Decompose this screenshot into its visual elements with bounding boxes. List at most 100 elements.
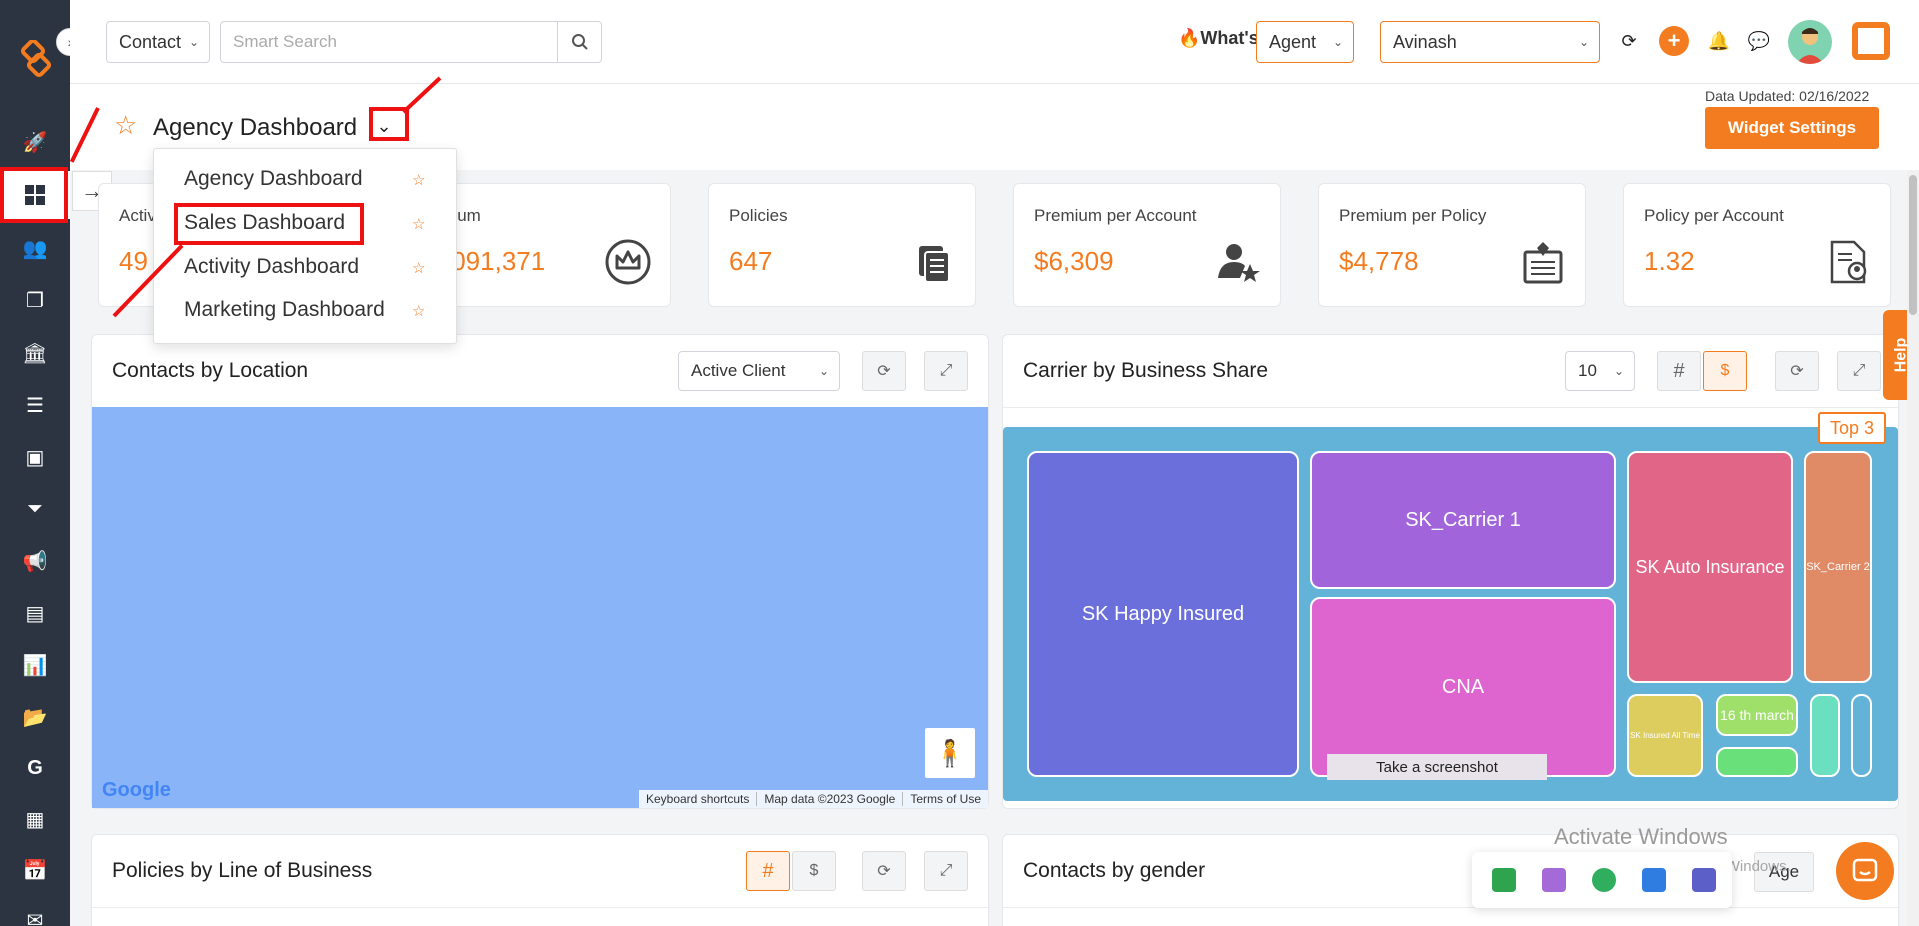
refresh-icon[interactable]: ⟳ bbox=[1775, 351, 1819, 391]
star-icon[interactable]: ☆ bbox=[412, 302, 425, 320]
panel-title: Contacts by gender bbox=[1023, 859, 1206, 882]
star-icon[interactable]: ☆ bbox=[412, 259, 425, 277]
map-data-text: Map data ©2023 Google bbox=[756, 792, 902, 806]
shield-check-icon[interactable] bbox=[1492, 868, 1516, 892]
kpi-label: Premium per Policy bbox=[1339, 206, 1487, 225]
policies-by-lob-panel: Policies by Line of Business # $ ⟳ ⤢ bbox=[91, 834, 989, 926]
app-logo[interactable] bbox=[16, 40, 56, 80]
scrollbar-thumb[interactable] bbox=[1909, 175, 1917, 315]
pen-icon[interactable] bbox=[1542, 868, 1566, 892]
star-icon[interactable]: ☆ bbox=[412, 171, 425, 189]
report-icon[interactable]: ▤ bbox=[0, 589, 70, 637]
module-select[interactable]: Contact ⌄ bbox=[106, 21, 210, 63]
carrier-treemap: SK Happy Insured SK_Carrier 1 SK Auto In… bbox=[1003, 427, 1898, 801]
expand-icon[interactable]: ⤢ bbox=[924, 851, 968, 891]
chat-launcher-button[interactable] bbox=[1836, 842, 1894, 900]
refresh-icon[interactable]: ⟳ bbox=[862, 851, 906, 891]
tile-label: SK Happy Insured bbox=[1081, 602, 1245, 625]
count-mode-button[interactable]: # bbox=[746, 851, 790, 891]
tile-label: SK_Carrier 2 bbox=[1806, 561, 1870, 573]
user-select[interactable]: Avinash ⌄ bbox=[1380, 21, 1600, 63]
add-button[interactable]: + bbox=[1659, 26, 1689, 56]
annotation-highlight-box bbox=[174, 203, 364, 245]
contacts-icon[interactable]: 👥 bbox=[0, 224, 70, 272]
role-select[interactable]: Agent ⌄ bbox=[1256, 21, 1354, 63]
list-icon[interactable]: ☰ bbox=[0, 381, 70, 429]
menu-item-marketing-dashboard[interactable]: Marketing Dashboard ☆ bbox=[154, 290, 458, 330]
terms-of-use-link[interactable]: Terms of Use bbox=[902, 792, 988, 806]
kpi-label: Activ bbox=[119, 206, 156, 225]
location-filter-select[interactable]: Active Client ⌄ bbox=[678, 351, 840, 391]
treemap-tile-happy-insured[interactable]: SK Happy Insured bbox=[1027, 451, 1299, 777]
system-tray-popup bbox=[1472, 852, 1732, 908]
menu-item-label: Agency Dashboard bbox=[184, 167, 363, 190]
refresh-icon[interactable]: ⟳ bbox=[1614, 26, 1644, 56]
menu-item-agency-dashboard[interactable]: Agency Dashboard ☆ bbox=[154, 159, 458, 199]
treemap-tile[interactable] bbox=[1810, 694, 1840, 777]
treemap-tile-16th-march[interactable]: 16 th march bbox=[1716, 694, 1798, 736]
brand-icon[interactable] bbox=[1852, 22, 1890, 60]
menu-item-activity-dashboard[interactable]: Activity Dashboard ☆ bbox=[154, 247, 458, 287]
documents-icon[interactable]: ❐ bbox=[0, 276, 70, 324]
treemap-tile-carrier-2[interactable]: SK_Carrier 2 bbox=[1804, 451, 1872, 683]
bank-icon[interactable]: 🏛 bbox=[0, 329, 70, 377]
chat-icon[interactable]: 💬 bbox=[1744, 26, 1774, 56]
calendar-icon[interactable]: 📅 bbox=[0, 846, 70, 894]
amount-mode-button[interactable]: $ bbox=[1703, 351, 1747, 391]
expand-icon[interactable]: ⤢ bbox=[1837, 351, 1881, 391]
folder-icon[interactable]: 📂 bbox=[0, 693, 70, 741]
search-placeholder: Smart Search bbox=[233, 32, 337, 51]
count-mode-button[interactable]: # bbox=[1657, 351, 1701, 391]
treemap-tile-insured-all-time[interactable]: SK Insured All Time bbox=[1627, 694, 1703, 777]
carrier-count-select[interactable]: 10 ⌄ bbox=[1565, 351, 1635, 391]
chevron-down-icon: ⌄ bbox=[1332, 35, 1343, 49]
page-title: Agency Dashboard bbox=[153, 114, 358, 141]
megaphone-icon[interactable]: 📢 bbox=[0, 537, 70, 585]
expand-icon[interactable]: ⤢ bbox=[924, 351, 968, 391]
tile-label: 16 th march bbox=[1720, 707, 1794, 723]
contact-card-icon[interactable]: ▣ bbox=[0, 433, 70, 481]
star-icon[interactable]: ☆ bbox=[412, 215, 425, 233]
panel-title: Carrier by Business Share bbox=[1023, 359, 1269, 382]
treemap-tile[interactable] bbox=[1716, 747, 1798, 777]
amount-mode-button[interactable]: $ bbox=[792, 851, 836, 891]
treemap-tile-cna[interactable]: CNA bbox=[1310, 597, 1616, 777]
avatar[interactable] bbox=[1788, 20, 1832, 64]
smart-search-input[interactable]: Smart Search bbox=[220, 21, 558, 63]
google-icon[interactable]: G bbox=[0, 744, 70, 792]
policy-document-icon bbox=[1830, 240, 1867, 284]
search-button[interactable] bbox=[558, 21, 602, 63]
chat-icon bbox=[1852, 858, 1878, 882]
mail-icon[interactable]: ✉ bbox=[0, 896, 70, 926]
kpi-card: Premium per Account $6,309 bbox=[1013, 183, 1281, 307]
kpi-label: Policy per Account bbox=[1644, 206, 1784, 225]
table-icon[interactable]: ▦ bbox=[0, 795, 70, 843]
treemap-tile-carrier-1[interactable]: SK_Carrier 1 bbox=[1310, 451, 1616, 589]
kpi-value: 647 bbox=[729, 246, 773, 276]
street-view-pegman-icon[interactable]: 🧍 bbox=[925, 728, 975, 778]
map[interactable]: Google Keyboard shortcuts Map data ©2023… bbox=[92, 407, 988, 808]
analytics-icon[interactable]: 📊 bbox=[0, 641, 70, 689]
refresh-icon[interactable]: ⟳ bbox=[862, 351, 906, 391]
user-star-icon bbox=[1218, 244, 1260, 282]
fire-icon: 🔥 bbox=[1178, 28, 1201, 48]
top-bar: Contact ⌄ Smart Search 🔥What's New Agent… bbox=[70, 0, 1919, 84]
funnel-icon[interactable]: ⏷ bbox=[0, 485, 70, 533]
treemap-tile[interactable] bbox=[1851, 694, 1872, 777]
top-3-badge[interactable]: Top 3 bbox=[1818, 412, 1887, 444]
teams-icon[interactable] bbox=[1692, 868, 1716, 892]
rocket-icon[interactable]: 🚀 bbox=[0, 118, 70, 166]
security-warning-icon[interactable] bbox=[1642, 868, 1666, 892]
documents-stack-icon bbox=[919, 246, 950, 283]
menu-item-label: Activity Dashboard bbox=[184, 255, 360, 278]
widget-settings-button[interactable]: Widget Settings bbox=[1705, 107, 1879, 149]
bell-icon[interactable]: 🔔 bbox=[1704, 26, 1734, 56]
crown-icon bbox=[605, 239, 651, 285]
recycle-icon[interactable] bbox=[1592, 868, 1616, 892]
favorite-star-icon[interactable]: ☆ bbox=[114, 110, 137, 141]
chevron-down-icon: ⌄ bbox=[818, 364, 829, 378]
keyboard-shortcuts-link[interactable]: Keyboard shortcuts bbox=[639, 792, 756, 806]
carrier-count-value: 10 bbox=[1578, 361, 1597, 380]
treemap-tile-auto-insurance[interactable]: SK Auto Insurance bbox=[1627, 451, 1793, 683]
chevron-down-icon: ⌄ bbox=[1613, 364, 1624, 378]
